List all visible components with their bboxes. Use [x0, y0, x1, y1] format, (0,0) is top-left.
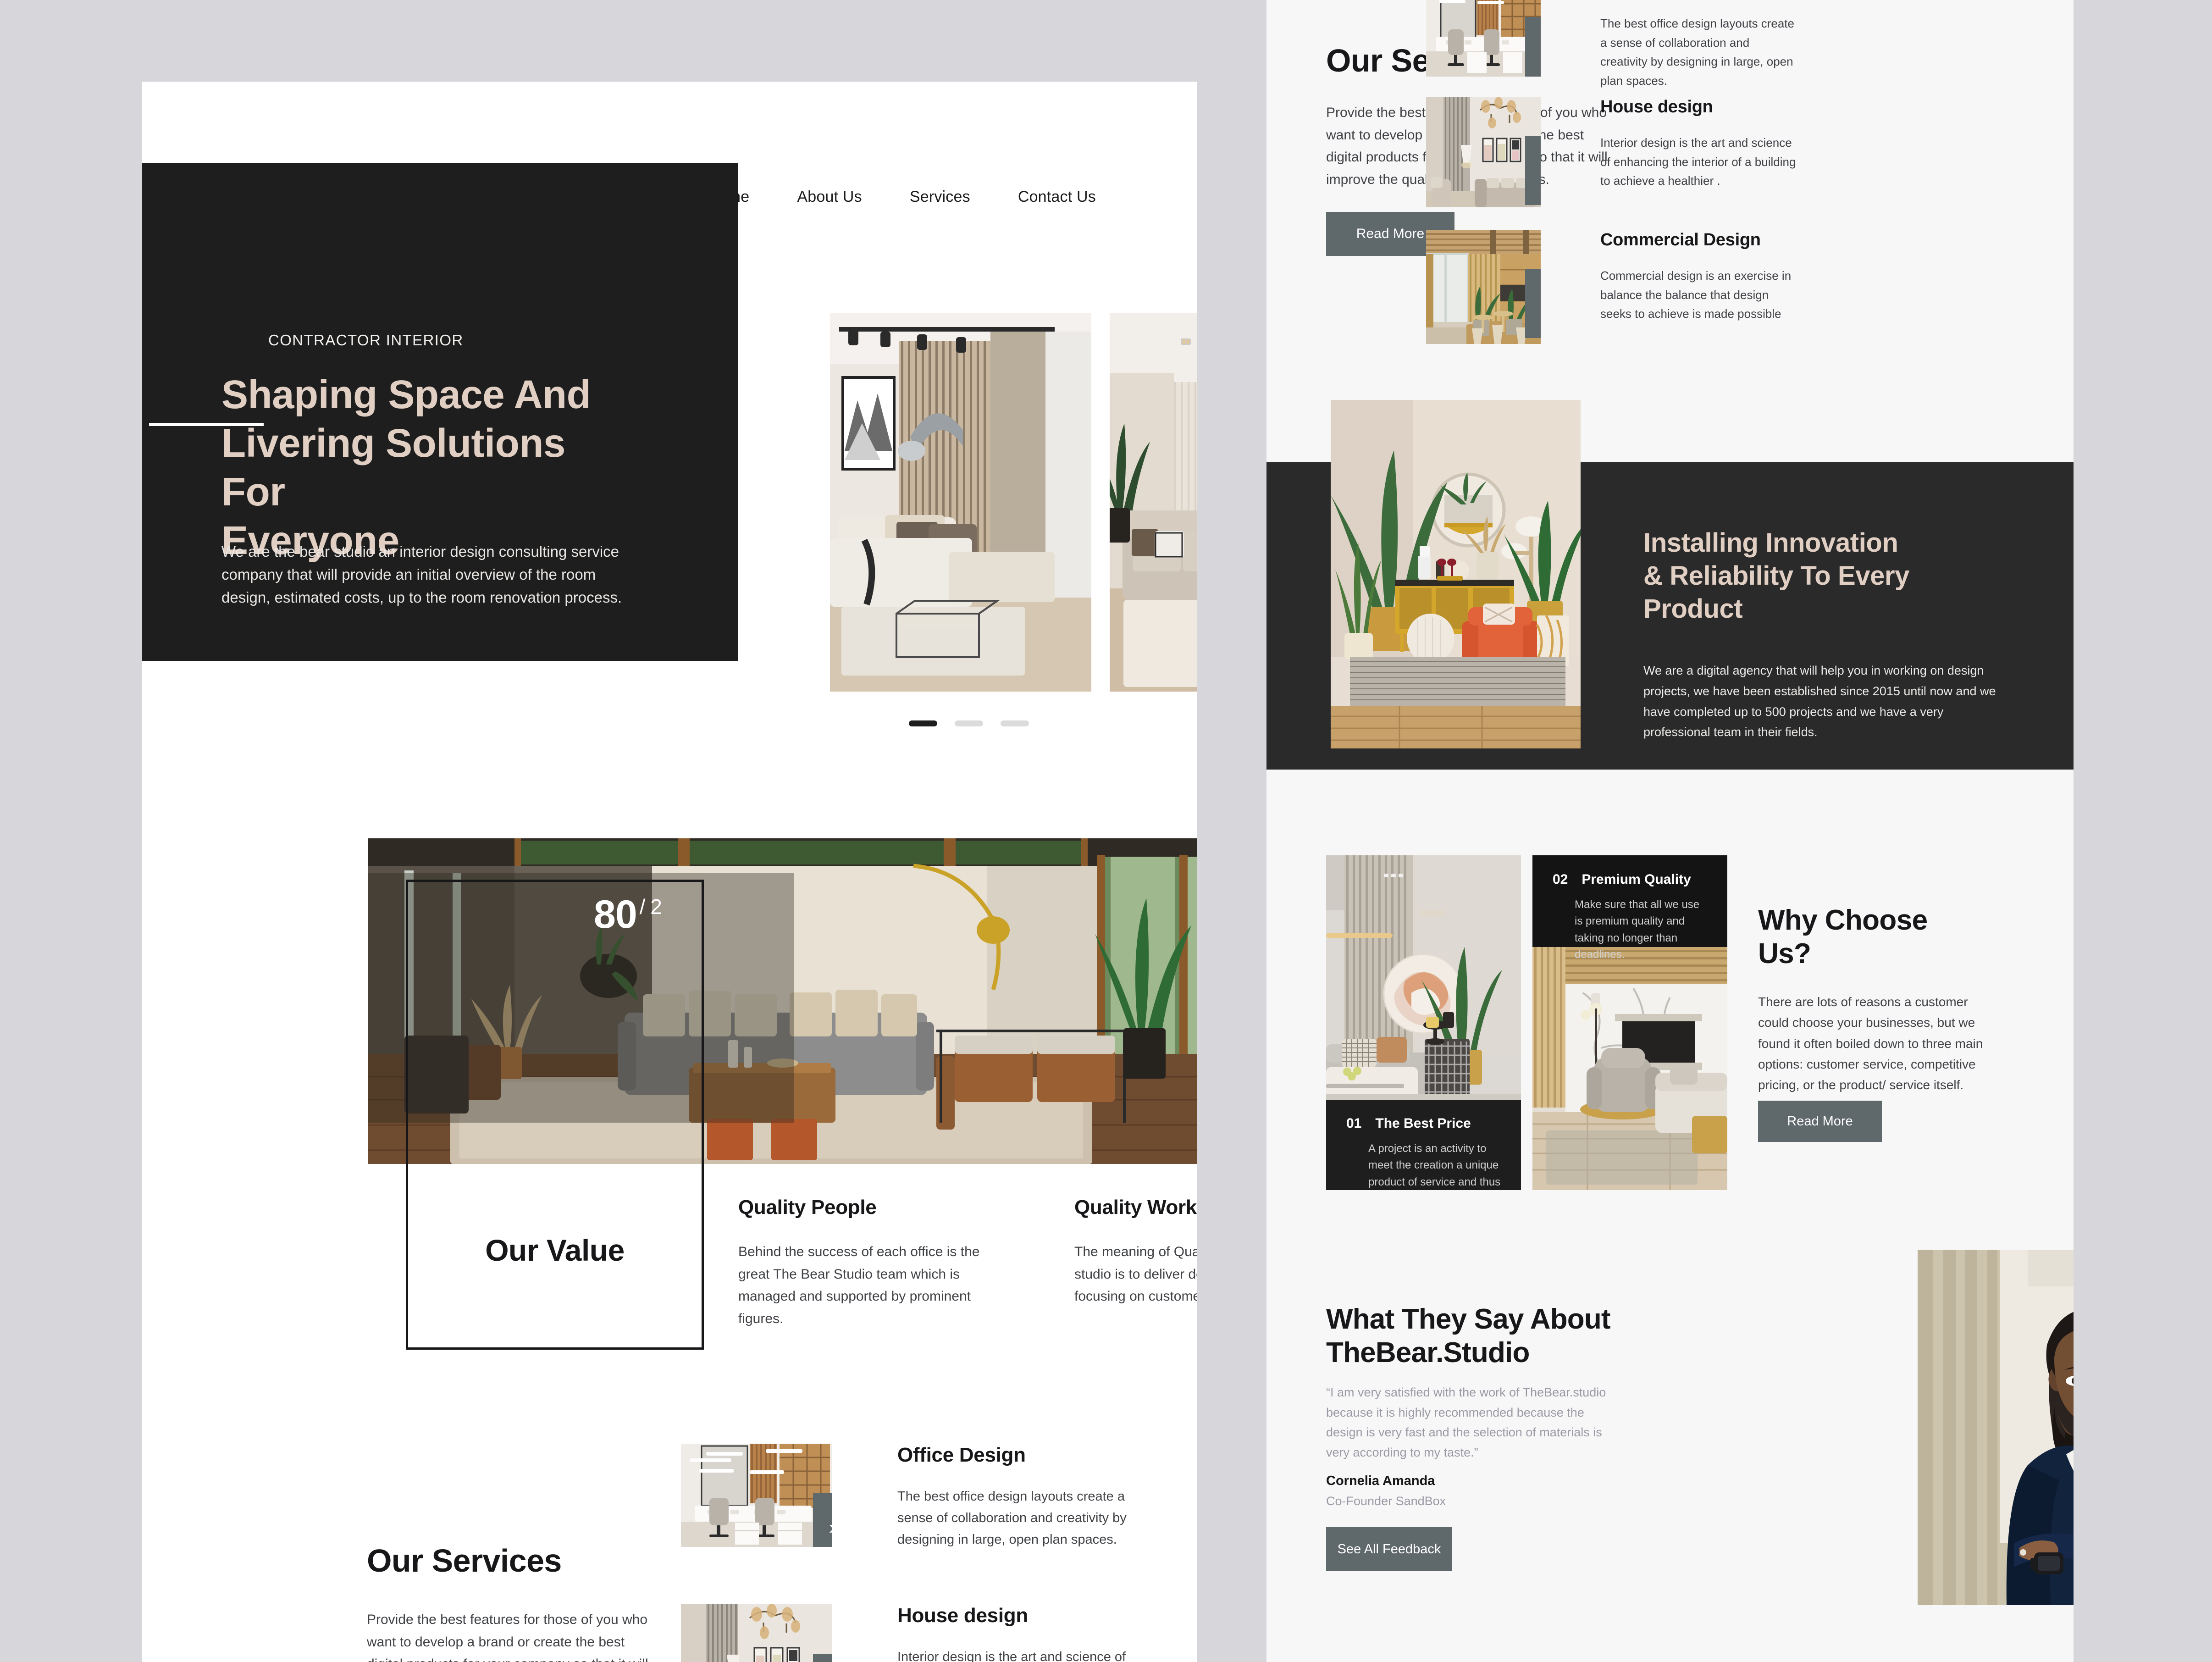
service-thumb-office-design: › — [681, 1444, 832, 1547]
service-next-arrow-house-design[interactable]: › — [813, 1654, 832, 1662]
service-next-arrow-right-house[interactable]: › — [1525, 136, 1541, 205]
why-choose-card-caption-2: 02 Premium Quality Make sure that all we… — [1532, 855, 1727, 961]
why-choose-read-more-button[interactable]: Read More — [1758, 1101, 1882, 1142]
value-column-text: Behind the success of each office is the… — [738, 1244, 980, 1326]
primary-navigation: Home About Us Services Contact Us — [708, 188, 1096, 206]
testimonial-title-line-2: TheBear.Studio — [1326, 1337, 1530, 1369]
service-description: Commercial design is an exercise in bala… — [1600, 269, 1792, 321]
service-title: House design — [897, 1604, 1028, 1627]
why-choose-title: Why Choose Us? — [1758, 903, 1978, 970]
value-column-quality-people: Quality People Behind the success of eac… — [738, 1196, 997, 1330]
service-description: The best office design layouts create a … — [1600, 17, 1794, 88]
service-title: House design — [1600, 97, 1713, 116]
nav-item-services[interactable]: Services — [910, 188, 970, 206]
hero-eyebrow: CONTRACTOR INTERIOR — [268, 332, 464, 349]
value-label: Our Value — [485, 1233, 625, 1267]
why-choose-card-text: A project is an activity to meet the cre… — [1368, 1142, 1501, 1188]
innovation-text: We are a digital agency that will help y… — [1643, 664, 1996, 739]
nav-item-about-us[interactable]: About Us — [797, 188, 862, 206]
hero-title-line-2: Livering Solutions For — [221, 421, 565, 515]
service-text-right-house-design: House design Interior design is the art … — [1600, 97, 1797, 207]
see-all-feedback-button[interactable]: See All Feedback — [1326, 1527, 1452, 1571]
why-choose-card-premium-quality: 02 Premium Quality Make sure that all we… — [1532, 855, 1727, 1190]
service-text-right-office-design: Office Design The best office design lay… — [1600, 0, 1797, 90]
service-row-right-commercial-design: › Commercial Design Commercial design is… — [1426, 230, 1797, 344]
service-description: Interior design is the art and science o… — [897, 1650, 1126, 1662]
service-title: Commercial Design — [1600, 230, 1761, 249]
innovation-title-line-1: Installing Innovation — [1643, 528, 1898, 558]
innovation-title-line-2: & Reliability To Every — [1643, 560, 1909, 591]
why-choose-card-text: Make sure that all we use is premium qua… — [1575, 898, 1700, 961]
value-column-quality-work: Quality Work The meaning of Quality work… — [1074, 1196, 1197, 1330]
hero-title: Shaping Space And Livering Solutions For… — [221, 371, 634, 565]
service-title: Office Design — [897, 1444, 1026, 1466]
testimonial-title-line-1: What They Say About — [1326, 1303, 1611, 1335]
service-text-right-commercial-design: Commercial Design Commercial design is a… — [1600, 230, 1797, 344]
service-thumb-house-design: › — [681, 1604, 832, 1662]
service-row-office-design: › Office Design The best office design l… — [681, 1444, 1154, 1551]
site-header — [142, 82, 1197, 161]
service-row-house-design: › House design Interior design is the ar… — [681, 1604, 1154, 1662]
innovation-image — [1331, 400, 1581, 748]
left-page-panel: TheBear.Studio Home About Us Services Co… — [142, 82, 1197, 1662]
why-choose-card-title: Premium Quality — [1582, 872, 1691, 887]
testimonial-author-role: Co-Founder SandBox — [1326, 1494, 1446, 1508]
service-row-right-office-design: › Office Design The best office design l… — [1426, 0, 1797, 90]
service-text-office-design: Office Design The best office design lay… — [897, 1444, 1154, 1551]
service-description: The best office design layouts create a … — [897, 1489, 1127, 1547]
value-column-text: The meaning of Quality work for The Bear… — [1074, 1244, 1197, 1304]
why-choose-card-number: 02 — [1553, 872, 1568, 887]
nav-item-contact-us[interactable]: Contact Us — [1018, 188, 1096, 206]
testimonial-title: What They Say About TheBear.Studio — [1326, 1302, 1638, 1369]
service-next-arrow-right-office[interactable]: › — [1525, 17, 1541, 77]
why-choose-title-line-1: Why Choose — [1758, 904, 1928, 936]
service-thumb-right-commercial-design: › — [1426, 230, 1541, 344]
right-page-panel: Our Services Provide the best features f… — [1266, 0, 2074, 1662]
why-choose-card-best-price: 01 The Best Price A project is an activi… — [1326, 855, 1521, 1190]
value-column-title: Quality Work — [1074, 1196, 1197, 1219]
why-choose-card-caption-1: 01 The Best Price A project is an activi… — [1326, 1100, 1521, 1190]
service-thumb-right-house-design: › — [1426, 97, 1541, 207]
value-column-title: Quality People — [738, 1196, 877, 1219]
why-choose-card-number: 01 — [1346, 1116, 1362, 1131]
testimonial-quote: “I am very satisfied with the work of Th… — [1326, 1385, 1606, 1460]
why-choose-card-title: The Best Price — [1375, 1116, 1471, 1131]
carousel-dot-1[interactable] — [909, 720, 937, 726]
testimonial-author-name: Cornelia Amanda — [1326, 1474, 1435, 1488]
value-columns: Quality People Behind the success of eac… — [738, 1196, 1197, 1330]
hero-title-line-1: Shaping Space And — [221, 372, 591, 417]
hero-carousel-indicators[interactable] — [909, 720, 1029, 726]
innovation-title: Installing Innovation & Reliability To E… — [1643, 526, 2019, 626]
innovation-title-line-3: Product — [1643, 593, 1743, 624]
services-left-description: Provide the best features for those of y… — [367, 1612, 648, 1662]
service-next-arrow-office-design[interactable]: › — [813, 1493, 832, 1547]
hero-image-living-room-1 — [830, 313, 1091, 692]
testimonial-portrait-photo — [1918, 1250, 2074, 1605]
service-description: Interior design is the art and science o… — [1600, 136, 1796, 188]
service-next-arrow-right-commercial[interactable]: › — [1525, 269, 1541, 338]
service-row-right-house-design: › House design Interior design is the ar… — [1426, 97, 1797, 207]
services-left-title: Our Services — [367, 1543, 562, 1579]
why-choose-text: There are lots of reasons a customer cou… — [1758, 995, 1983, 1092]
service-text-house-design: House design Interior design is the art … — [897, 1604, 1154, 1662]
carousel-dot-3[interactable] — [1001, 720, 1029, 726]
service-thumb-right-office-design: › — [1426, 0, 1541, 77]
carousel-dot-2[interactable] — [955, 720, 983, 726]
value-outline-box — [406, 880, 704, 1350]
hero-subtitle: We are the bear studio an interior desig… — [221, 543, 622, 606]
hero-image-living-room-2 — [1110, 313, 1197, 692]
why-choose-title-line-2: Us? — [1758, 938, 1811, 970]
